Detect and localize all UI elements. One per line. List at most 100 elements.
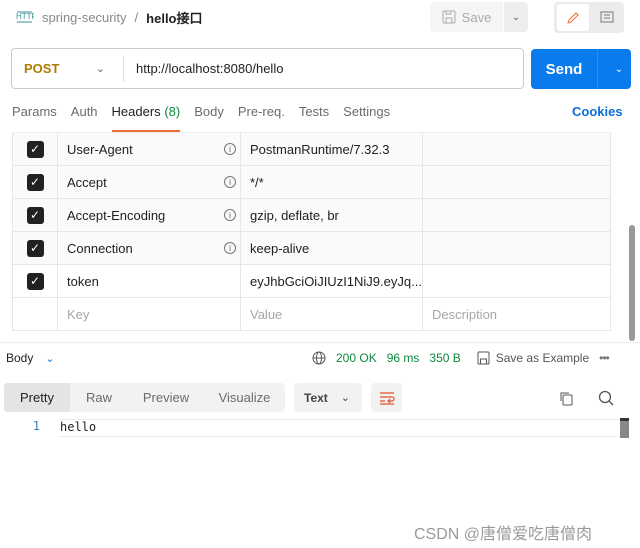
tab-headers[interactable]: Headers (8) bbox=[111, 104, 181, 132]
tab-auth[interactable]: Auth bbox=[71, 104, 98, 128]
header-value[interactable]: PostmanRuntime/7.32.3 bbox=[241, 133, 423, 165]
tab-tests[interactable]: Tests bbox=[299, 104, 329, 128]
send-button[interactable]: Send bbox=[531, 61, 597, 78]
response-time[interactable]: 96 ms bbox=[387, 351, 420, 365]
info-icon[interactable]: i bbox=[224, 209, 236, 221]
cookies-link[interactable]: Cookies bbox=[572, 104, 623, 119]
header-row: ✓ Accept-Encoding i gzip, deflate, br bbox=[12, 199, 611, 232]
new-header-row: Key Value Description bbox=[12, 298, 611, 331]
header-description[interactable] bbox=[423, 199, 610, 231]
method-select[interactable]: POST ⌄ bbox=[12, 55, 124, 82]
url-bar: POST ⌄ http://localhost:8080/hello bbox=[11, 48, 524, 89]
save-button[interactable]: Save bbox=[430, 2, 503, 32]
header-enabled-checkbox[interactable]: ✓ bbox=[13, 199, 58, 231]
save-example-label: Save as Example bbox=[495, 351, 590, 365]
response-body-select[interactable]: Body ⌄ bbox=[6, 351, 55, 365]
format-raw[interactable]: Raw bbox=[70, 383, 128, 412]
header-description[interactable] bbox=[423, 133, 610, 165]
format-pretty[interactable]: Pretty bbox=[4, 383, 70, 412]
status-code[interactable]: 200 OK bbox=[336, 351, 377, 365]
key-input[interactable]: Key bbox=[58, 298, 241, 330]
header-value[interactable]: */* bbox=[241, 166, 423, 198]
response-size[interactable]: 350 B bbox=[429, 351, 460, 365]
header-key[interactable]: Connection bbox=[67, 241, 133, 256]
comments-button[interactable] bbox=[592, 4, 622, 31]
checkmark-icon: ✓ bbox=[26, 206, 44, 224]
view-mode-toggle bbox=[554, 2, 624, 33]
header-key[interactable]: Accept bbox=[67, 175, 107, 190]
header-row: ✓ Accept i */* bbox=[12, 166, 611, 199]
response-format-tabs: Pretty Raw Preview Visualize bbox=[4, 383, 285, 412]
http-icon: HTTP bbox=[16, 11, 34, 23]
tab-headers-label: Headers bbox=[111, 104, 161, 119]
tab-pre-request[interactable]: Pre-req. bbox=[238, 104, 285, 128]
chevron-down-icon: ⌄ bbox=[511, 11, 521, 23]
info-icon[interactable]: i bbox=[224, 242, 236, 254]
tab-settings[interactable]: Settings bbox=[343, 104, 390, 128]
more-options-icon[interactable]: ••• bbox=[599, 351, 610, 365]
info-icon[interactable]: i bbox=[224, 176, 236, 188]
send-dropdown-button[interactable]: ⌄ bbox=[597, 49, 631, 89]
wrap-icon bbox=[379, 391, 395, 405]
header-key[interactable]: Accept-Encoding bbox=[67, 208, 165, 223]
chevron-down-icon: ⌄ bbox=[95, 63, 105, 75]
checkmark-icon: ✓ bbox=[26, 173, 44, 191]
checkmark-icon: ✓ bbox=[26, 239, 44, 257]
svg-text:HTTP: HTTP bbox=[16, 12, 34, 21]
request-name[interactable]: hello接口 bbox=[146, 8, 202, 27]
tab-body[interactable]: Body bbox=[194, 104, 224, 128]
comment-icon bbox=[600, 11, 614, 22]
header-row: ✓ Connection i keep-alive bbox=[12, 232, 611, 265]
header-value[interactable]: gzip, deflate, br bbox=[241, 199, 423, 231]
response-status-bar: 200 OK 96 ms 350 B Save as Example ••• bbox=[312, 351, 610, 365]
code-text[interactable]: hello bbox=[58, 419, 630, 437]
header-description[interactable] bbox=[423, 232, 610, 264]
save-icon bbox=[442, 10, 456, 24]
format-preview[interactable]: Preview bbox=[128, 383, 204, 412]
header-enabled-checkbox[interactable]: ✓ bbox=[13, 166, 58, 198]
chevron-down-icon: ⌄ bbox=[614, 63, 624, 75]
copy-icon[interactable] bbox=[559, 391, 574, 406]
header-value[interactable]: eyJhbGciOiJIUzI1NiJ9.eyJq... bbox=[241, 265, 423, 297]
save-label: Save bbox=[461, 9, 492, 25]
header-enabled-checkbox[interactable]: ✓ bbox=[13, 133, 58, 165]
response-type-label: Text bbox=[304, 390, 328, 405]
edit-mode-button[interactable] bbox=[557, 4, 589, 31]
divider bbox=[0, 342, 640, 343]
format-visualize[interactable]: Visualize bbox=[204, 383, 285, 412]
checkmark-icon: ✓ bbox=[26, 272, 44, 290]
watermark: CSDN @唐僧爱吃唐僧肉 bbox=[414, 526, 593, 543]
collection-name[interactable]: spring-security bbox=[42, 10, 127, 25]
request-tabs: Params Auth Headers (8) Body Pre-req. Te… bbox=[12, 104, 404, 132]
header-row: ✓ User-Agent i PostmanRuntime/7.32.3 bbox=[12, 133, 611, 166]
header-description[interactable] bbox=[423, 265, 610, 297]
header-key[interactable]: User-Agent bbox=[67, 142, 133, 157]
tab-params[interactable]: Params bbox=[12, 104, 57, 128]
value-input[interactable]: Value bbox=[241, 298, 423, 330]
line-number: 1 bbox=[32, 419, 40, 433]
search-icon[interactable] bbox=[598, 390, 614, 406]
header-row: ✓ token eyJhbGciOiJIUzI1NiJ9.eyJq... bbox=[12, 265, 611, 298]
header-description[interactable] bbox=[423, 166, 610, 198]
chevron-down-icon: ⌄ bbox=[340, 392, 350, 404]
pencil-icon bbox=[567, 11, 579, 24]
header-enabled-checkbox[interactable]: ✓ bbox=[13, 265, 58, 297]
save-dropdown-button[interactable]: ⌄ bbox=[504, 2, 528, 32]
wrap-lines-button[interactable] bbox=[371, 383, 402, 412]
header-key[interactable]: token bbox=[67, 274, 99, 289]
save-example-button[interactable]: Save as Example bbox=[477, 351, 589, 365]
headers-table: ✓ User-Agent i PostmanRuntime/7.32.3 ✓ Ac… bbox=[12, 132, 611, 331]
url-input[interactable]: http://localhost:8080/hello bbox=[124, 61, 283, 76]
scrollbar[interactable] bbox=[629, 225, 635, 341]
header-value[interactable]: keep-alive bbox=[241, 232, 423, 264]
breadcrumb: HTTP spring-security / hello接口 bbox=[16, 8, 203, 26]
code-scrollbar[interactable] bbox=[620, 418, 629, 438]
save-icon bbox=[477, 351, 490, 365]
header-enabled-checkbox[interactable]: ✓ bbox=[13, 232, 58, 264]
response-body-label: Body bbox=[6, 351, 34, 365]
response-type-select[interactable]: Text ⌄ bbox=[294, 383, 362, 412]
globe-icon[interactable] bbox=[312, 351, 326, 365]
info-icon[interactable]: i bbox=[224, 143, 236, 155]
description-input[interactable]: Description bbox=[423, 298, 610, 330]
headers-count: (8) bbox=[164, 104, 181, 119]
